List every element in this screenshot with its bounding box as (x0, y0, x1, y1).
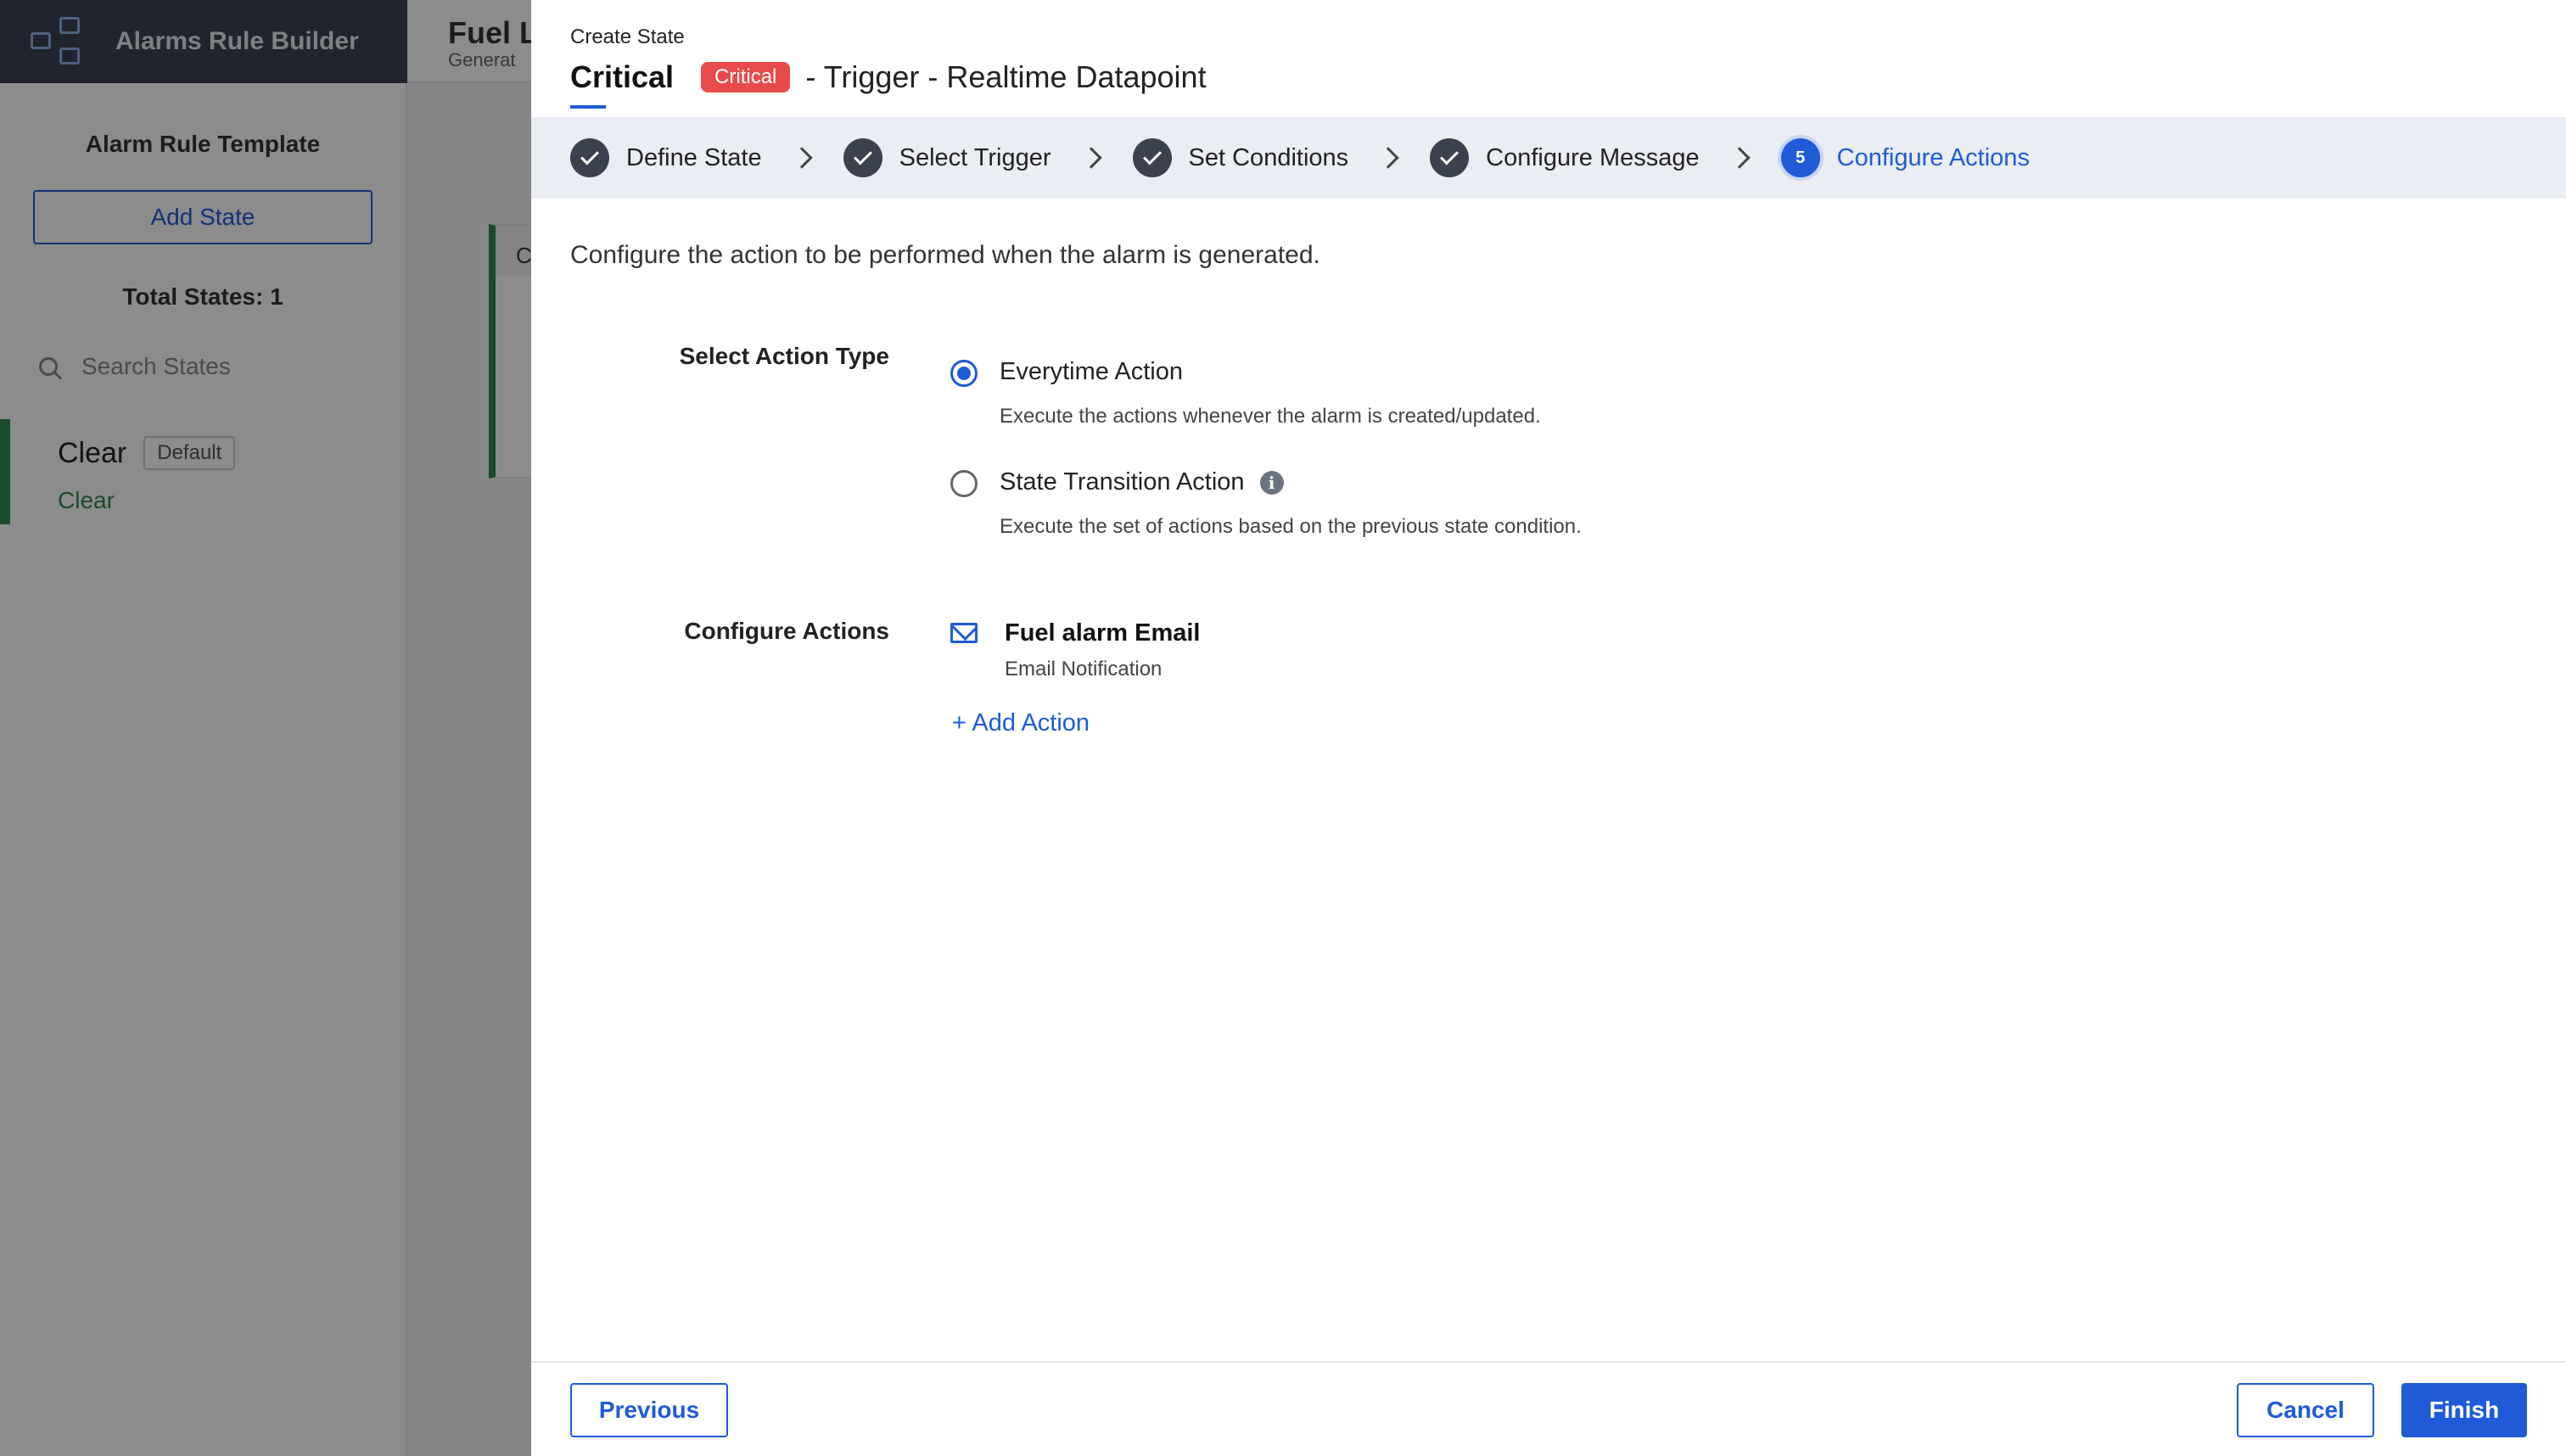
step-configure-actions[interactable]: 5 Configure Actions (1780, 138, 2030, 177)
option-description: Execute the actions whenever the alarm i… (1000, 405, 1541, 428)
step-number: 5 (1796, 148, 1806, 167)
state-transition-action-option[interactable]: State Transition Action i Execute the se… (950, 468, 1582, 539)
chevron-right-icon (790, 147, 813, 169)
modal-header: Create State Critical Critical - Trigger… (570, 25, 1207, 109)
action-type: Email Notification (1005, 658, 1163, 680)
step-number-badge: 5 (1780, 138, 1820, 177)
trigger-text: - Trigger - Realtime Datapoint (805, 59, 1207, 94)
check-icon (1132, 138, 1172, 177)
create-state-modal: Create State Critical Critical - Trigger… (531, 0, 2566, 1456)
everytime-action-radio[interactable] (950, 360, 978, 387)
option-title: Everytime Action (1000, 358, 1183, 385)
step-label: Select Trigger (899, 143, 1051, 171)
mail-icon (950, 623, 978, 643)
option-title: State Transition Action (1000, 468, 1245, 496)
check-icon (1430, 138, 1470, 177)
step-configure-message[interactable]: Configure Message (1430, 138, 1700, 177)
configure-actions-label: Configure Actions (684, 618, 889, 644)
step-label: Configure Actions (1836, 143, 2030, 171)
check-icon (843, 138, 882, 177)
step-select-trigger[interactable]: Select Trigger (843, 138, 1051, 177)
everytime-action-option[interactable]: Everytime Action Execute the actions whe… (950, 358, 1541, 428)
chevron-right-icon (1377, 147, 1399, 169)
step-label: Define State (626, 143, 762, 171)
modal-footer: Previous Cancel Finish (531, 1361, 2566, 1456)
chevron-right-icon (1728, 147, 1751, 169)
severity-badge: Critical (701, 62, 791, 92)
step-label: Set Conditions (1188, 143, 1349, 171)
wizard-stepper: Define State Select Trigger Set Conditio… (531, 117, 2566, 199)
option-description: Execute the set of actions based on the … (1000, 515, 1582, 538)
chevron-right-icon (1079, 147, 1102, 169)
step-label: Configure Message (1486, 143, 1700, 171)
step-set-conditions[interactable]: Set Conditions (1132, 138, 1349, 177)
check-icon (570, 138, 609, 177)
cancel-button[interactable]: Cancel (2237, 1383, 2374, 1437)
previous-button[interactable]: Previous (570, 1383, 728, 1437)
action-item[interactable]: Fuel alarm Email Email Notification (950, 619, 1201, 681)
action-type-label: Select Action Type (679, 343, 889, 369)
info-icon[interactable]: i (1259, 470, 1284, 495)
step-description: Configure the action to be performed whe… (570, 241, 1320, 269)
step-define-state[interactable]: Define State (570, 138, 762, 177)
state-title: Critical (570, 59, 675, 109)
add-action-link[interactable]: + Add Action (952, 709, 1090, 737)
modal-pre-title: Create State (570, 25, 685, 48)
action-title: Fuel alarm Email (1005, 619, 1201, 647)
finish-button[interactable]: Finish (2401, 1383, 2527, 1437)
state-transition-action-radio[interactable] (950, 470, 978, 497)
